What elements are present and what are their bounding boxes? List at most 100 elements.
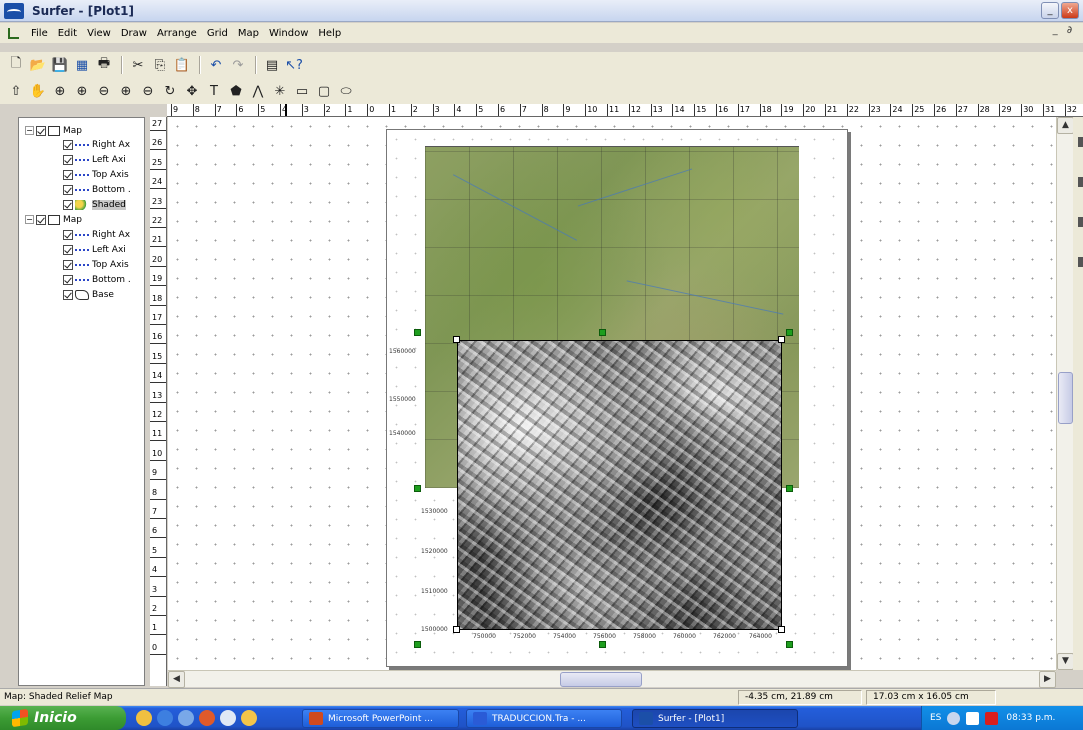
symbol-icon[interactable]: ✳ bbox=[270, 81, 290, 101]
menu-window[interactable]: Window bbox=[264, 28, 313, 39]
text-icon[interactable]: T bbox=[204, 81, 224, 101]
internet-explorer-icon[interactable] bbox=[157, 710, 173, 726]
selection-handle[interactable] bbox=[414, 485, 421, 492]
collapse-icon[interactable]: − bbox=[25, 215, 34, 224]
selection-handle[interactable] bbox=[786, 485, 793, 492]
email-icon[interactable] bbox=[178, 710, 194, 726]
horizontal-scroll-thumb[interactable] bbox=[560, 672, 642, 687]
document-icon[interactable] bbox=[6, 26, 20, 40]
selection-handle[interactable] bbox=[786, 641, 793, 648]
menu-arrange[interactable]: Arrange bbox=[152, 28, 202, 39]
copy-icon[interactable]: ⎘ bbox=[150, 55, 170, 75]
tree-item-top-axis-1[interactable]: Top Axis bbox=[63, 168, 129, 181]
visibility-checkbox[interactable] bbox=[63, 184, 73, 195]
language-indicator[interactable]: ES bbox=[930, 713, 941, 723]
taskbar-item-powerpoint[interactable]: Microsoft PowerPoint ... bbox=[302, 709, 459, 728]
tree-item-right-axis-1[interactable]: Right Ax bbox=[63, 138, 130, 151]
window-icon[interactable] bbox=[966, 711, 980, 725]
undo-icon[interactable]: ↶ bbox=[206, 55, 226, 75]
vertical-scroll-thumb[interactable] bbox=[1058, 372, 1073, 424]
tree-item-bottom-axis-2[interactable]: Bottom . bbox=[63, 273, 131, 286]
tree-item-map-1[interactable]: − Map bbox=[25, 124, 82, 137]
vertical-scrollbar[interactable]: ▲ ▼ bbox=[1056, 117, 1074, 670]
polygon-icon[interactable]: ⬟ bbox=[226, 81, 246, 101]
network-icon[interactable] bbox=[947, 711, 961, 725]
print-icon[interactable]: 🖶 bbox=[94, 55, 114, 75]
worksheet-icon[interactable]: ▦ bbox=[72, 55, 92, 75]
context-help-icon[interactable]: ↖? bbox=[284, 55, 304, 75]
menu-file[interactable]: File bbox=[26, 28, 53, 39]
visibility-checkbox[interactable] bbox=[63, 154, 73, 165]
document-window-controls[interactable]: _ ∂ bbox=[1053, 25, 1075, 36]
close-button[interactable]: x bbox=[1061, 2, 1079, 19]
tree-item-map-2[interactable]: − Map bbox=[25, 213, 82, 226]
menu-view[interactable]: View bbox=[82, 28, 116, 39]
visibility-checkbox[interactable] bbox=[63, 169, 73, 180]
tree-item-right-axis-2[interactable]: Right Ax bbox=[63, 228, 130, 241]
visibility-checkbox[interactable] bbox=[63, 229, 73, 240]
select-arrow-icon[interactable]: ⇧ bbox=[6, 81, 26, 101]
search-icon[interactable] bbox=[220, 710, 236, 726]
tree-item-bottom-axis-1[interactable]: Bottom . bbox=[63, 183, 131, 196]
minimize-button[interactable]: _ bbox=[1041, 2, 1059, 19]
shaded-relief-map[interactable] bbox=[457, 340, 782, 630]
open-icon[interactable]: 📂 bbox=[28, 55, 48, 75]
ellipse-icon[interactable]: ⬭ bbox=[336, 81, 356, 101]
rounded-rectangle-icon[interactable]: ▢ bbox=[314, 81, 334, 101]
selection-handle[interactable] bbox=[414, 641, 421, 648]
menu-map[interactable]: Map bbox=[233, 28, 264, 39]
tree-item-left-axis-2[interactable]: Left Axi bbox=[63, 243, 126, 256]
selection-handle[interactable] bbox=[599, 329, 606, 336]
scroll-left-button[interactable]: ◀ bbox=[168, 671, 185, 688]
visibility-checkbox[interactable] bbox=[63, 274, 73, 285]
zoom-out-icon[interactable]: ⊖ bbox=[94, 81, 114, 101]
horizontal-scrollbar[interactable]: ◀ ▶ bbox=[168, 670, 1056, 688]
taskbar-item-surfer[interactable]: Surfer - [Plot1] bbox=[632, 709, 798, 728]
scroll-down-button[interactable]: ▼ bbox=[1057, 653, 1074, 670]
menu-grid[interactable]: Grid bbox=[202, 28, 233, 39]
selection-handle[interactable] bbox=[786, 329, 793, 336]
tree-item-left-axis-1[interactable]: Left Axi bbox=[63, 153, 126, 166]
selection-handle[interactable] bbox=[778, 626, 785, 633]
scroll-right-button[interactable]: ▶ bbox=[1039, 671, 1056, 688]
menu-edit[interactable]: Edit bbox=[53, 28, 82, 39]
visibility-checkbox[interactable] bbox=[63, 139, 73, 150]
properties-icon[interactable]: ▤ bbox=[262, 55, 282, 75]
tree-item-base-map[interactable]: Base bbox=[63, 288, 114, 301]
selection-handle[interactable] bbox=[599, 641, 606, 648]
selection-handle[interactable] bbox=[778, 336, 785, 343]
zoom-full-icon[interactable]: ⊕ bbox=[116, 81, 136, 101]
messenger-icon[interactable] bbox=[136, 710, 152, 726]
tree-item-top-axis-2[interactable]: Top Axis bbox=[63, 258, 129, 271]
rotate-icon[interactable]: ↻ bbox=[160, 81, 180, 101]
visibility-checkbox[interactable] bbox=[63, 289, 73, 300]
zoom-page-icon[interactable]: ⊖ bbox=[138, 81, 158, 101]
start-button[interactable]: Inicio bbox=[0, 706, 126, 730]
new-icon[interactable]: 🗋 bbox=[6, 55, 26, 75]
selection-handle[interactable] bbox=[453, 336, 460, 343]
zoom-rectangle-icon[interactable]: ⊕ bbox=[72, 81, 92, 101]
antivirus-icon[interactable] bbox=[985, 711, 999, 725]
plot-canvas[interactable]: 1560000 1550000 1540000 1530000 1520000 … bbox=[168, 117, 1056, 670]
media-player-icon[interactable] bbox=[199, 710, 215, 726]
save-icon[interactable]: 💾 bbox=[50, 55, 70, 75]
rectangle-icon[interactable]: ▭ bbox=[292, 81, 312, 101]
visibility-checkbox[interactable] bbox=[36, 214, 46, 225]
move-icon[interactable]: ✥ bbox=[182, 81, 202, 101]
collapse-icon[interactable]: − bbox=[25, 126, 34, 135]
paste-icon[interactable]: 📋 bbox=[172, 55, 192, 75]
smiley-icon[interactable] bbox=[241, 710, 257, 726]
menu-draw[interactable]: Draw bbox=[116, 28, 152, 39]
redo-icon[interactable]: ↷ bbox=[228, 55, 248, 75]
visibility-checkbox[interactable] bbox=[36, 125, 46, 136]
visibility-checkbox[interactable] bbox=[63, 199, 73, 210]
taskbar-item-word[interactable]: TRADUCCION.Tra - ... bbox=[466, 709, 622, 728]
visibility-checkbox[interactable] bbox=[63, 259, 73, 270]
tree-item-shaded-relief[interactable]: Shaded bbox=[63, 198, 126, 211]
zoom-in-icon[interactable]: ⊕ bbox=[50, 81, 70, 101]
menu-help[interactable]: Help bbox=[313, 28, 346, 39]
scroll-up-button[interactable]: ▲ bbox=[1057, 117, 1074, 134]
selection-handle[interactable] bbox=[414, 329, 421, 336]
visibility-checkbox[interactable] bbox=[63, 244, 73, 255]
pan-hand-icon[interactable]: ✋ bbox=[28, 81, 48, 101]
